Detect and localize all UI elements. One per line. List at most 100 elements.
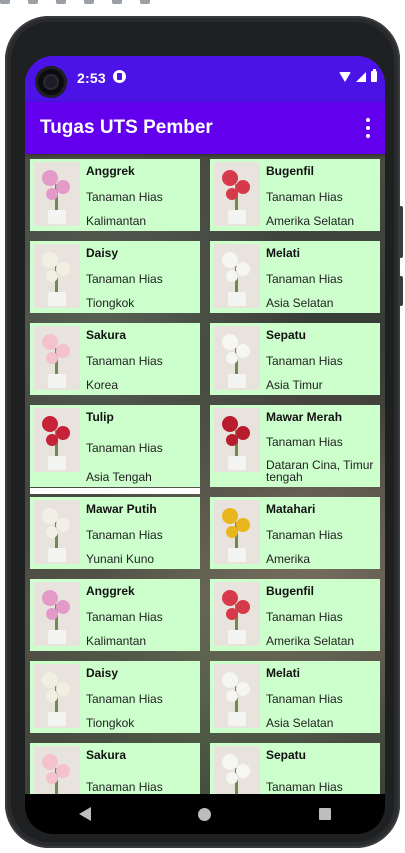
plant-origin: Korea xyxy=(86,378,119,392)
plant-card[interactable]: Anggrek Tanaman Hias Kalimantan xyxy=(30,159,200,231)
plant-info: Anggrek Tanaman Hias Kalimantan xyxy=(86,162,163,231)
plant-type: Tanaman Hias xyxy=(86,779,163,794)
plant-card[interactable]: Matahari Tanaman Hias Amerika xyxy=(210,497,380,569)
bougainvillea-image xyxy=(214,582,260,646)
plant-type: Tanaman Hias xyxy=(266,527,343,542)
plant-type: Tanaman Hias xyxy=(86,271,163,286)
plant-list[interactable]: Anggrek Tanaman Hias Kalimantan Bugenfil Tan… xyxy=(25,154,385,794)
tulip-image xyxy=(34,408,80,472)
plant-type: Tanaman Hias xyxy=(266,271,343,286)
front-camera xyxy=(35,66,67,98)
host-icon-3 xyxy=(56,0,66,4)
phone-screen: 2:53 Tugas UTS Pember Anggrek Tanaman Hia… xyxy=(25,56,385,834)
notification-app-icon xyxy=(113,70,126,83)
plant-origin: Kalimantan xyxy=(86,634,147,648)
plant-card[interactable]: Mawar Putih Tanaman Hias Yunani Kuno xyxy=(30,497,200,569)
plant-info: Sakura Tanaman Hias xyxy=(86,746,163,794)
volume-button xyxy=(399,206,403,258)
plant-info: Melati Tanaman Hias Asia Selatan xyxy=(266,664,343,733)
status-bar: 2:53 xyxy=(25,56,385,102)
plant-origin: Asia Tengah xyxy=(86,470,152,484)
plant-type: Tanaman Hias xyxy=(86,189,163,204)
plant-name: Anggrek xyxy=(86,164,135,178)
plant-type: Tanaman Hias xyxy=(266,691,343,706)
plant-card[interactable]: Sakura Tanaman Hias Korea xyxy=(30,323,200,395)
plant-info: Bugenfil Tanaman Hias Amerika Selatan xyxy=(266,162,354,231)
phone-frame: 2:53 Tugas UTS Pember Anggrek Tanaman Hia… xyxy=(5,16,403,848)
plant-type: Tanaman Hias xyxy=(86,609,163,624)
plant-origin: Dataran Cina, Timur tengah xyxy=(266,458,374,484)
status-time: 2:53 xyxy=(77,70,106,86)
plant-origin: Tiongkok xyxy=(86,296,135,310)
host-icon-6 xyxy=(140,0,150,4)
plant-info: Mawar Putih Tanaman Hias Yunani Kuno xyxy=(86,500,163,569)
plant-card[interactable]: Sakura Tanaman Hias xyxy=(30,743,200,794)
plant-grid: Anggrek Tanaman Hias Kalimantan Bugenfil Tan… xyxy=(30,159,380,794)
host-icon-2 xyxy=(28,0,38,4)
plant-origin: Asia Selatan xyxy=(266,716,334,730)
home-icon[interactable] xyxy=(198,807,212,821)
plant-card[interactable]: Bugenfil Tanaman Hias Amerika Selatan xyxy=(210,579,380,651)
wifi-icon xyxy=(339,71,351,82)
plant-type: Tanaman Hias xyxy=(86,440,163,455)
back-icon[interactable] xyxy=(78,807,91,821)
daisy-image xyxy=(34,664,80,728)
plant-name: Daisy xyxy=(86,246,119,260)
plant-card[interactable]: Bugenfil Tanaman Hias Amerika Selatan xyxy=(210,159,380,231)
plant-info: Mawar Merah Tanaman Hias Dataran Cina, Tim… xyxy=(266,408,380,487)
cell-signal-icon xyxy=(356,71,366,82)
app-bar: Tugas UTS Pember xyxy=(25,102,385,154)
plant-type: Tanaman Hias xyxy=(86,527,163,542)
plant-card[interactable]: Daisy Tanaman Hias Tiongkok xyxy=(30,241,200,313)
plant-type: Tanaman Hias xyxy=(266,779,343,794)
jasmine-image xyxy=(214,664,260,728)
plant-info: Bugenfil Tanaman Hias Amerika Selatan xyxy=(266,582,354,651)
plant-card[interactable]: Anggrek Tanaman Hias Kalimantan xyxy=(30,579,200,651)
plant-origin: Asia Selatan xyxy=(266,296,334,310)
plant-name: Matahari xyxy=(266,502,316,516)
plant-info: Daisy Tanaman Hias Tiongkok xyxy=(86,664,163,733)
plant-origin: Amerika Selatan xyxy=(266,634,355,648)
plant-origin: Kalimantan xyxy=(86,214,147,228)
sakura-image xyxy=(34,746,80,794)
plant-card[interactable]: Daisy Tanaman Hias Tiongkok xyxy=(30,661,200,733)
plant-info: Sepatu Tanaman Hias Asia Timur xyxy=(266,326,343,395)
status-indicators xyxy=(339,69,377,82)
plant-card[interactable]: Sepatu Tanaman Hias xyxy=(210,743,380,794)
plant-origin: Tiongkok xyxy=(86,716,135,730)
plant-card[interactable]: Tulip Tanaman Hias Asia Tengah xyxy=(30,405,200,494)
plant-info: Sepatu Tanaman Hias xyxy=(266,746,343,794)
white-rose-image xyxy=(34,500,80,564)
plant-card[interactable]: Sepatu Tanaman Hias Asia Timur xyxy=(210,323,380,395)
plant-name: Melati xyxy=(266,666,301,680)
recent-apps-icon[interactable] xyxy=(319,808,332,820)
plant-origin: Amerika Selatan xyxy=(266,214,355,228)
hibiscus-image xyxy=(214,326,260,390)
power-button xyxy=(399,276,403,306)
plant-type: Tanaman Hias xyxy=(266,434,343,449)
overflow-menu-icon[interactable] xyxy=(365,118,371,138)
battery-icon xyxy=(371,69,377,82)
hibiscus-image xyxy=(214,746,260,794)
orchid-image xyxy=(34,582,80,646)
plant-name: Anggrek xyxy=(86,584,135,598)
sunflower-image xyxy=(214,500,260,564)
plant-info: Daisy Tanaman Hias Tiongkok xyxy=(86,244,163,313)
plant-name: Bugenfil xyxy=(266,164,314,178)
plant-name: Sepatu xyxy=(266,748,307,762)
plant-info: Sakura Tanaman Hias Korea xyxy=(86,326,163,395)
plant-type: Tanaman Hias xyxy=(266,353,343,368)
plant-origin: Asia Timur xyxy=(266,378,323,392)
plant-name: Sakura xyxy=(86,748,127,762)
navigation-bar xyxy=(25,794,385,834)
plant-card[interactable]: Melati Tanaman Hias Asia Selatan xyxy=(210,241,380,313)
plant-name: Daisy xyxy=(86,666,119,680)
plant-card[interactable]: Mawar Merah Tanaman Hias Dataran Cina, Tim… xyxy=(210,405,380,487)
plant-info: Tulip Tanaman Hias Asia Tengah xyxy=(86,408,163,487)
plant-origin: Amerika xyxy=(266,552,311,566)
host-icon-4 xyxy=(84,0,94,4)
plant-card[interactable]: Melati Tanaman Hias Asia Selatan xyxy=(210,661,380,733)
plant-type: Tanaman Hias xyxy=(266,609,343,624)
host-toolbar-strip xyxy=(0,0,405,10)
host-icon-5 xyxy=(112,0,122,4)
